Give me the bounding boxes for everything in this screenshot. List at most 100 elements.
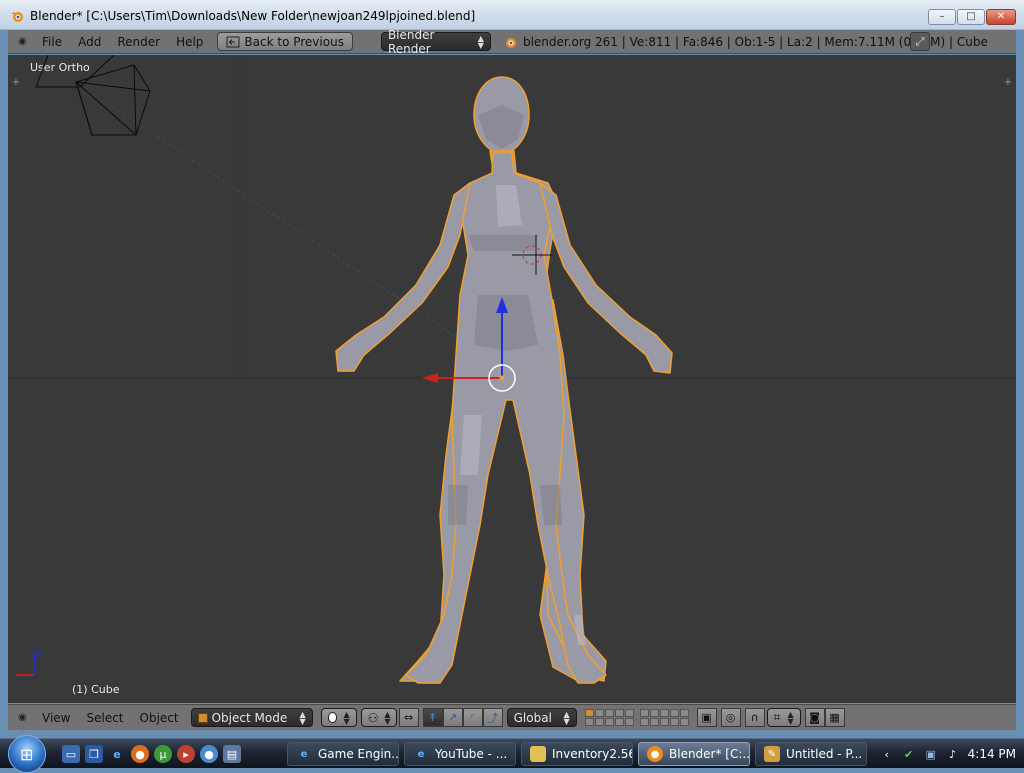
active-object-label: (1) Cube <box>72 683 120 696</box>
blender-icon: ● <box>647 746 663 762</box>
3d-viewport[interactable]: User Ortho + + (1) Cube <box>8 55 1016 703</box>
editor-type-icon[interactable]: ◉ <box>18 36 34 47</box>
translate-icon: ↟ <box>428 711 438 724</box>
ie-icon: e <box>300 748 308 760</box>
proportional-editing-button[interactable]: ◎ <box>720 708 741 727</box>
layers-group-2[interactable] <box>639 709 689 726</box>
media-player-icon[interactable]: ▸ <box>177 745 195 763</box>
manipulator-toggle-button[interactable]: ⇔ <box>398 708 419 727</box>
menu-help[interactable]: Help <box>168 35 211 49</box>
task-label: Game Engin... <box>318 747 399 761</box>
taskbar-item-game-engine[interactable]: e Game Engin... <box>287 742 399 766</box>
viewport-canvas <box>8 55 1016 684</box>
utorrent-icon[interactable]: µ <box>154 745 172 763</box>
menu-render[interactable]: Render <box>109 35 168 49</box>
blender-logo-icon <box>11 12 23 22</box>
menu-select[interactable]: Select <box>78 711 131 725</box>
windows-logo-icon: ⊞ <box>20 745 34 764</box>
pivot-point-select[interactable]: ⚇ ▲ ▼ <box>360 708 397 727</box>
taskbar-item-inventory[interactable]: Inventory2.56 <box>521 742 633 766</box>
render-engine-select[interactable]: Blender Render ▲ ▼ <box>380 28 491 56</box>
layers-group-1[interactable] <box>584 709 634 726</box>
manipulator-extra-button[interactable]: ⤴ <box>482 708 503 727</box>
taskbar-item-paint[interactable]: ✎ Untitled - P... <box>755 742 867 766</box>
scale-manipulator-button[interactable]: ◜ <box>462 708 483 727</box>
messenger-icon[interactable]: ● <box>200 745 218 763</box>
object-cube-icon <box>197 712 208 723</box>
snap-element-select[interactable]: ⌗ ▲ ▼ <box>766 708 801 727</box>
task-label: YouTube - ... <box>435 747 508 761</box>
menu-add[interactable]: Add <box>70 35 109 49</box>
viewport-shading-select[interactable]: ▲ ▼ <box>320 708 357 727</box>
quick-launch: ▭ ❐ e ● µ ▸ ● ▤ <box>62 745 241 763</box>
layer-lock-button[interactable]: ▣ <box>696 708 717 727</box>
translate-manipulator-button[interactable]: ↟ <box>422 708 443 727</box>
maximize-button[interactable]: □ <box>957 9 985 25</box>
lock-icon: ▣ <box>701 711 712 724</box>
proportional-icon: ◎ <box>725 711 736 724</box>
solid-shading-icon <box>327 712 338 723</box>
transform-orientation-select[interactable]: Global ▲ ▼ <box>506 708 577 727</box>
blender-logo-icon <box>505 37 516 48</box>
firefox-icon[interactable]: ● <box>131 745 149 763</box>
menu-object[interactable]: Object <box>132 711 187 725</box>
windows-taskbar: ⊞ ▭ ❐ e ● µ ▸ ● ▤ e Game Engin... e YouT… <box>0 735 1024 773</box>
render-animation-button[interactable]: ▦ <box>824 708 845 727</box>
close-icon: ✕ <box>996 11 1006 22</box>
character-mesh <box>335 76 673 684</box>
back-to-previous-label: Back to Previous <box>244 34 344 49</box>
rotate-manipulator-button[interactable]: ↗ <box>442 708 463 727</box>
close-button[interactable]: ✕ <box>986 9 1016 25</box>
ie-icon: e <box>417 748 425 760</box>
minimize-button[interactable]: – <box>928 9 956 25</box>
calculator-icon[interactable]: ▤ <box>223 745 241 763</box>
info-header: ◉ File Add Render Help Back to Previous … <box>8 28 1016 56</box>
paint-icon: ✎ <box>764 746 780 762</box>
rotate-icon: ↗ <box>448 711 458 724</box>
orientation-value: Global <box>513 710 552 725</box>
clock[interactable]: 4:14 PM <box>968 747 1016 761</box>
select-arrows-icon: ▲ ▼ <box>563 709 570 726</box>
taskbar-item-blender[interactable]: ● Blender* [C:... <box>638 742 750 766</box>
task-label: Blender* [C:... <box>669 747 750 761</box>
tray-expand-icon[interactable]: ‹ <box>880 747 894 761</box>
pivot-icon: ⚇ <box>367 710 379 725</box>
snap-grid-icon: ⌗ <box>773 710 781 724</box>
safely-remove-icon[interactable]: ✔ <box>902 747 916 761</box>
select-arrows-icon: ▲ ▼ <box>343 709 350 726</box>
back-arrow-icon <box>226 36 240 47</box>
mode-value: Object Mode <box>211 710 288 725</box>
select-arrows-icon: ▲ ▼ <box>299 709 306 726</box>
select-arrows-icon: ▲ ▼ <box>384 709 391 726</box>
menu-file[interactable]: File <box>34 35 70 49</box>
title-bar: Blender* [C:\Users\Tim\Downloads\New Fol… <box>0 0 1024 30</box>
ie-icon[interactable]: e <box>108 745 126 763</box>
switch-windows-icon[interactable]: ❐ <box>85 745 103 763</box>
axis-widget <box>16 649 43 676</box>
camera-wireframe <box>35 55 151 136</box>
mode-select[interactable]: Object Mode ▲ ▼ <box>190 708 313 727</box>
fullscreen-toggle-button[interactable]: ⤢ <box>910 32 930 51</box>
3d-view-header: ◉ View Select Object Object Mode ▲ ▼ ▲ ▼ ⚇… <box>8 704 1016 730</box>
network-icon[interactable]: ▣ <box>924 747 938 761</box>
back-to-previous-button[interactable]: Back to Previous <box>217 32 353 51</box>
system-tray: ‹ ✔ ▣ ♪ 4:14 PM <box>880 742 1016 766</box>
task-label: Inventory2.56 <box>552 747 633 761</box>
render-still-button[interactable]: ◙ <box>804 708 825 727</box>
manipulator-extra-icon: ⤴ <box>487 711 499 725</box>
magnet-icon: ∩ <box>750 711 759 724</box>
taskbar-item-youtube[interactable]: e YouTube - ... <box>404 742 516 766</box>
menu-view[interactable]: View <box>34 711 78 725</box>
select-arrows-icon: ▲ ▼ <box>787 709 794 726</box>
camera-icon: ◙ <box>809 711 820 724</box>
volume-icon[interactable]: ♪ <box>946 747 960 761</box>
minimize-icon: – <box>939 11 945 22</box>
scale-icon: ◜ <box>470 711 475 724</box>
show-desktop-icon[interactable]: ▭ <box>62 745 80 763</box>
editor-type-icon[interactable]: ◉ <box>18 712 34 723</box>
clapper-icon: ▦ <box>829 711 840 724</box>
snap-toggle-button[interactable]: ∩ <box>744 708 765 727</box>
select-arrows-icon: ▲ ▼ <box>477 33 484 50</box>
start-button[interactable]: ⊞ <box>8 735 46 773</box>
manipulator-icon: ⇔ <box>404 711 414 724</box>
